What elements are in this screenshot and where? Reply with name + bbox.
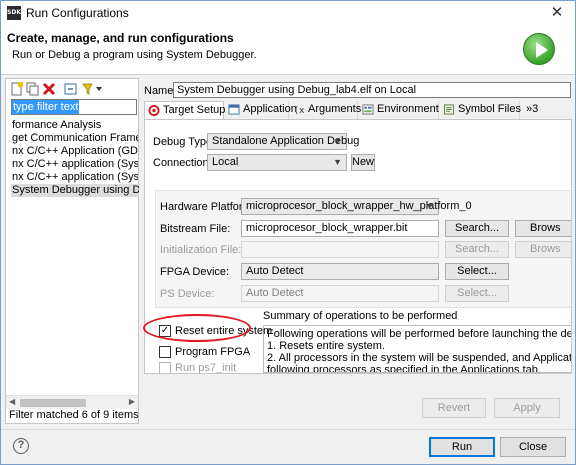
- tab-arguments[interactable]: (x) Arguments: [290, 101, 361, 119]
- tree-item-performance-analysis[interactable]: formance Analysis: [12, 119, 138, 132]
- close-button[interactable]: Close: [500, 437, 566, 457]
- summary-line: 2. All processors in the system will be …: [267, 352, 572, 364]
- chevron-down-icon: ▼: [425, 201, 434, 211]
- tree-item-xilinx-app-system-debugger-2[interactable]: nx C/C++ application (System D: [12, 171, 138, 184]
- header-subtitle: Run or Debug a program using System Debu…: [12, 49, 257, 61]
- initialization-file-label: Initialization File:: [160, 244, 242, 256]
- collapse-all-icon[interactable]: [64, 82, 78, 96]
- tab-overflow[interactable]: »3: [522, 101, 544, 119]
- initialization-browse-button[interactable]: Brows: [515, 241, 571, 258]
- window-title: Run Configurations: [26, 6, 129, 20]
- title-bar: SDK Run Configurations ✕: [1, 1, 575, 25]
- summary-line: following processors as specified in the…: [267, 364, 541, 373]
- delete-configuration-icon[interactable]: [42, 82, 56, 96]
- svg-text:(x): (x): [294, 105, 306, 115]
- ps-device-label: PS Device:: [160, 288, 215, 300]
- filter-status-text: Filter matched 6 of 9 items: [9, 409, 139, 421]
- hardware-platform-select[interactable]: microprocesor_block_wrapper_hw_platform_…: [241, 198, 472, 215]
- close-window-icon[interactable]: ✕: [547, 3, 567, 23]
- summary-line: 1. Resets entire system.: [267, 340, 385, 352]
- tab-symbol-files[interactable]: Symbol Files: [440, 101, 521, 119]
- initialization-file-input[interactable]: [241, 241, 439, 258]
- sdk-app-icon: SDK: [7, 6, 21, 20]
- scroll-right-icon[interactable]: ▶: [129, 397, 135, 406]
- new-connection-button[interactable]: New: [351, 154, 375, 171]
- target-icon: [148, 105, 160, 116]
- debug-type-select[interactable]: Standalone Application Debug ▼: [207, 133, 359, 150]
- chevron-down-icon: ▼: [333, 136, 342, 146]
- dialog-header: Create, manage, and run configurations R…: [1, 25, 575, 75]
- program-fpga-checkbox[interactable]: Program FPGA: [159, 346, 250, 359]
- checkbox-icon: [159, 362, 171, 373]
- configuration-name-input[interactable]: System Debugger using Debug_lab4.elf on …: [173, 82, 571, 98]
- horizontal-scrollbar[interactable]: ◀ ▶: [6, 395, 138, 409]
- run-configurations-window: SDK Run Configurations ✕ Create, manage,…: [0, 0, 576, 465]
- chevron-down-icon: ▼: [333, 157, 342, 167]
- summary-text-box[interactable]: Following operations will be performed b…: [263, 325, 572, 373]
- connection-label: Connection:: [153, 157, 212, 169]
- filter-input[interactable]: type filter text: [11, 99, 137, 115]
- tree-item-xilinx-app-gdb[interactable]: nx C/C++ Application (GDB): [12, 145, 138, 158]
- configuration-tree-panel: type filter text formance Analysis get C…: [5, 78, 139, 424]
- tree-item-system-debugger-lab4[interactable]: System Debugger using Debug_: [11, 184, 139, 197]
- environment-icon: [362, 104, 374, 115]
- run-button[interactable]: Run: [429, 437, 495, 457]
- checkbox-icon: [159, 346, 171, 358]
- filter-menu-icon[interactable]: [82, 82, 104, 96]
- connection-select[interactable]: Local ▼: [207, 154, 347, 171]
- summary-title: Summary of operations to be performed: [263, 310, 458, 322]
- duplicate-configuration-icon[interactable]: [26, 82, 40, 96]
- tab-environment[interactable]: Environment: [359, 101, 439, 119]
- fpga-select-button[interactable]: Select...: [445, 263, 509, 280]
- help-icon[interactable]: ?: [13, 438, 29, 454]
- scrollbar-thumb[interactable]: [20, 399, 86, 407]
- revert-button[interactable]: Revert: [422, 398, 486, 418]
- run-ps7-init-checkbox[interactable]: Run ps7_init: [159, 362, 236, 373]
- fpga-device-input[interactable]: Auto Detect: [241, 263, 439, 280]
- arguments-icon: (x): [294, 105, 306, 115]
- tree-item-target-communication-framework[interactable]: get Communication Framework: [12, 132, 138, 145]
- tab-target-setup[interactable]: Target Setup: [144, 101, 225, 120]
- application-icon: [228, 104, 240, 115]
- tab-application[interactable]: Application: [225, 101, 297, 119]
- configuration-tabs: Target Setup Application (x) Arguments E…: [144, 101, 572, 120]
- header-title: Create, manage, and run configurations: [7, 31, 234, 45]
- fpga-device-label: FPGA Device:: [160, 266, 230, 278]
- name-label: Name:: [144, 85, 177, 97]
- ps-device-input[interactable]: Auto Detect: [241, 285, 439, 302]
- new-configuration-icon[interactable]: [10, 82, 24, 96]
- bitstream-file-input[interactable]: microprocesor_block_wrapper.bit: [241, 220, 439, 237]
- scroll-left-icon[interactable]: ◀: [9, 397, 15, 406]
- symbol-files-icon: [443, 104, 455, 115]
- tree-item-xilinx-app-system-debugger-1[interactable]: nx C/C++ application (System D: [12, 158, 138, 171]
- summary-line: Following operations will be performed b…: [267, 328, 572, 340]
- bitstream-search-button[interactable]: Search...: [445, 220, 509, 237]
- footer-divider: [1, 429, 575, 430]
- bitstream-file-label: Bitstream File:: [160, 223, 231, 235]
- hardware-settings-group: Hardware Platform: microprocesor_block_w…: [155, 190, 571, 308]
- debug-type-label: Debug Type:: [153, 136, 216, 148]
- ps-select-button[interactable]: Select...: [445, 285, 509, 302]
- highlight-annotation: [143, 314, 251, 342]
- initialization-search-button[interactable]: Search...: [445, 241, 509, 258]
- bitstream-browse-button[interactable]: Brows: [515, 220, 571, 237]
- apply-button[interactable]: Apply: [494, 398, 560, 418]
- run-banner-icon: [523, 33, 555, 65]
